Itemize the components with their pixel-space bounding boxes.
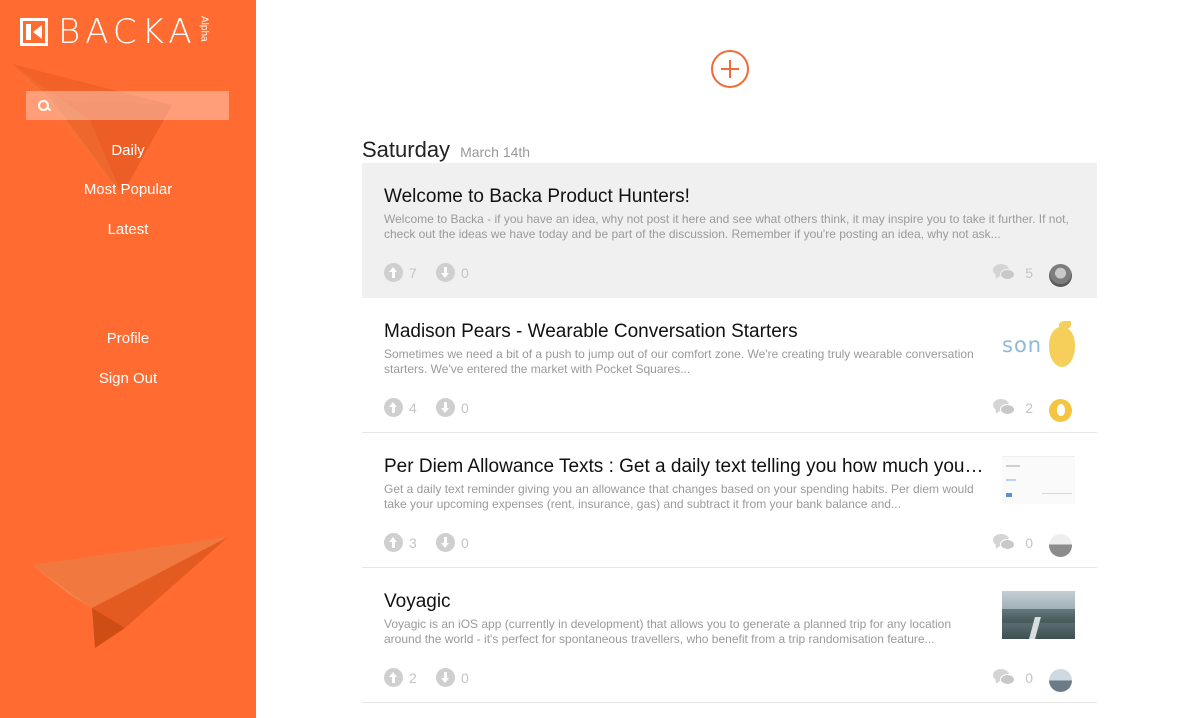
- upvote-button[interactable]: 7: [384, 263, 417, 282]
- alpha-tag: Alpha: [198, 16, 210, 42]
- post-card[interactable]: Madison Pears - Wearable Conversation St…: [362, 298, 1097, 433]
- author-avatar[interactable]: [1049, 264, 1072, 287]
- day-title: Saturday: [362, 137, 451, 162]
- post-title[interactable]: Madison Pears - Wearable Conversation St…: [384, 321, 984, 343]
- thumbnail-button: [1006, 493, 1012, 497]
- post-description: Welcome to Backa - if you have an idea, …: [384, 212, 1069, 241]
- thumbnail-line: [1006, 479, 1016, 481]
- downvote-count: 0: [461, 669, 469, 686]
- upvote-button[interactable]: 3: [384, 533, 417, 552]
- add-post-button[interactable]: [711, 50, 749, 88]
- upvote-count: 2: [409, 669, 417, 686]
- post-description: Get a daily text reminder giving you an …: [384, 482, 974, 511]
- arrow-down-icon: [436, 668, 455, 687]
- arrow-up-icon: [384, 398, 403, 417]
- thumbnail-line: [1042, 493, 1072, 494]
- arrow-up-icon: [384, 668, 403, 687]
- comment-count: 5: [1025, 264, 1033, 281]
- post-thumbnail[interactable]: [1002, 591, 1075, 639]
- upvote-button[interactable]: 2: [384, 668, 417, 687]
- day-date: March 14th: [460, 144, 531, 160]
- comment-bubbles-icon: [993, 669, 1016, 686]
- comment-bubbles-icon: [993, 264, 1016, 281]
- post-title[interactable]: Voyagic: [384, 591, 984, 613]
- post-thumbnail[interactable]: son: [1002, 321, 1075, 369]
- downvote-button[interactable]: 0: [436, 398, 469, 417]
- thumbnail-line: [1006, 465, 1020, 467]
- post-description: Sometimes we need a bit of a push to jum…: [384, 347, 974, 376]
- nav-profile[interactable]: Profile: [0, 330, 256, 347]
- backa-logo-icon: [20, 18, 48, 46]
- downvote-count: 0: [461, 264, 469, 281]
- day-heading: Saturday March 14th: [362, 137, 530, 163]
- upvote-count: 3: [409, 534, 417, 551]
- post-card[interactable]: Voyagic Voyagic is an iOS app (currently…: [362, 568, 1097, 703]
- search-icon: [38, 100, 49, 111]
- arrow-up-icon: [384, 533, 403, 552]
- post-card[interactable]: Welcome to Backa Product Hunters! Welcom…: [362, 163, 1097, 298]
- pear-icon: [1049, 327, 1075, 367]
- comment-bubbles-icon: [993, 399, 1016, 416]
- author-avatar[interactable]: [1049, 534, 1072, 557]
- upvote-button[interactable]: 4: [384, 398, 417, 417]
- sidebar: BACKA Alpha Daily Most Popular Latest Pr…: [0, 0, 256, 718]
- nav-most-popular[interactable]: Most Popular: [0, 181, 256, 198]
- post-title[interactable]: Per Diem Allowance Texts : Get a daily t…: [384, 456, 984, 478]
- arrow-up-icon: [384, 263, 403, 282]
- upvote-count: 4: [409, 399, 417, 416]
- post-thumbnail[interactable]: [1002, 456, 1075, 504]
- nav-latest[interactable]: Latest: [0, 221, 256, 238]
- downvote-count: 0: [461, 399, 469, 416]
- comment-count: 0: [1025, 534, 1033, 551]
- nav-sign-out[interactable]: Sign Out: [0, 370, 256, 387]
- nav-daily[interactable]: Daily: [0, 142, 256, 159]
- author-avatar[interactable]: [1049, 669, 1072, 692]
- post-title[interactable]: Welcome to Backa Product Hunters!: [384, 186, 1074, 208]
- author-avatar[interactable]: [1049, 399, 1072, 422]
- upvote-count: 7: [409, 264, 417, 281]
- leaf-icon: [1059, 321, 1071, 329]
- post-card[interactable]: Per Diem Allowance Texts : Get a daily t…: [362, 433, 1097, 568]
- search-box[interactable]: [26, 91, 229, 120]
- downvote-button[interactable]: 0: [436, 263, 469, 282]
- logo-text: BACKA: [58, 12, 197, 52]
- arrow-down-icon: [436, 263, 455, 282]
- arrow-down-icon: [436, 398, 455, 417]
- downvote-count: 0: [461, 534, 469, 551]
- comments-link[interactable]: 5: [993, 264, 1033, 281]
- comments-link[interactable]: 0: [993, 534, 1033, 551]
- post-description: Voyagic is an iOS app (currently in deve…: [384, 617, 951, 646]
- comments-link[interactable]: 0: [993, 669, 1033, 686]
- downvote-button[interactable]: 0: [436, 533, 469, 552]
- comment-count: 0: [1025, 669, 1033, 686]
- comment-count: 2: [1025, 399, 1033, 416]
- backa-logo[interactable]: BACKA Alpha: [20, 12, 210, 52]
- arrow-down-icon: [436, 533, 455, 552]
- thumbnail-text: son: [1002, 333, 1043, 357]
- search-input[interactable]: [53, 98, 229, 113]
- downvote-button[interactable]: 0: [436, 668, 469, 687]
- comments-link[interactable]: 2: [993, 399, 1033, 416]
- comment-bubbles-icon: [993, 534, 1016, 551]
